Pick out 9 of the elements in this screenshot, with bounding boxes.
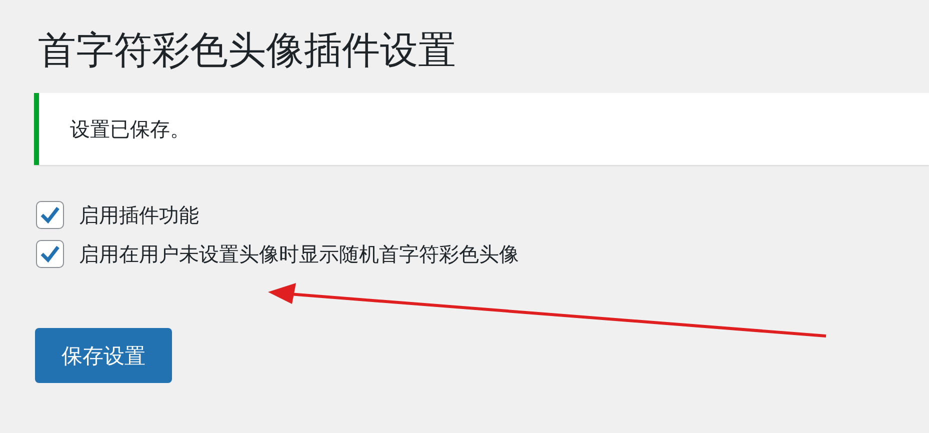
save-button[interactable]: 保存设置 [35, 328, 172, 383]
checkbox[interactable] [36, 201, 64, 229]
page-title: 首字符彩色头像插件设置 [38, 27, 457, 74]
notice-text: 设置已保存。 [70, 116, 190, 142]
checkbox-label: 启用在用户未设置头像时显示随机首字符彩色头像 [79, 240, 519, 268]
checkbox-label: 启用插件功能 [79, 202, 199, 228]
checkmark-icon [40, 245, 60, 263]
checkmark-icon [40, 206, 60, 224]
checkbox[interactable] [36, 240, 64, 268]
